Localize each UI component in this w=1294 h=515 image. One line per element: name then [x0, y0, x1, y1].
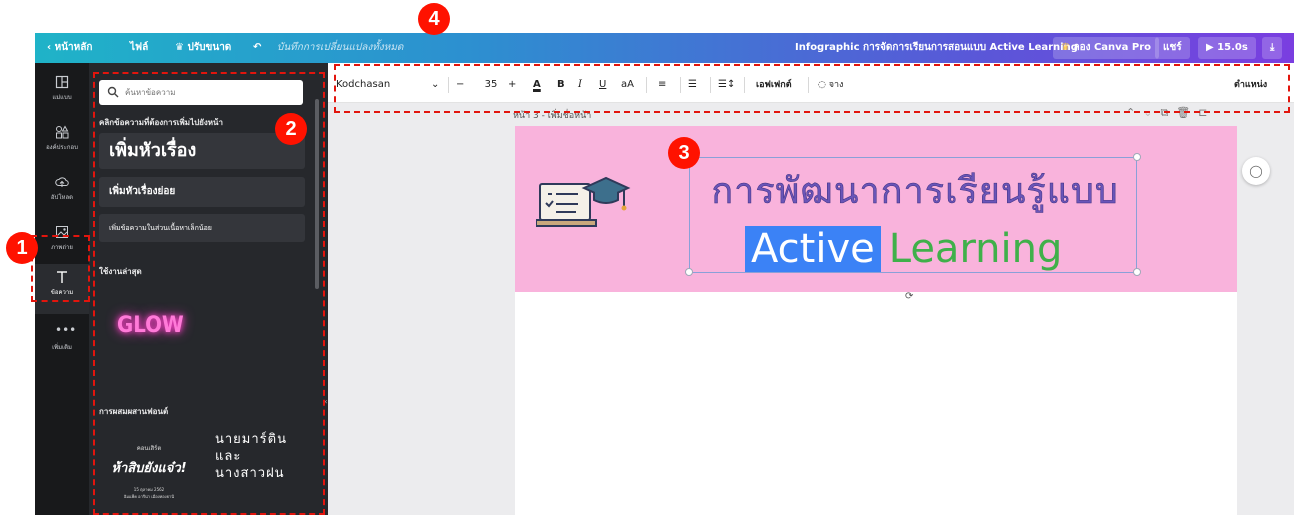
selected-word-active[interactable]: Active [745, 226, 881, 272]
file-menu[interactable]: ไฟล์ [130, 33, 148, 63]
callout-badge-2: 2 [275, 113, 307, 145]
download-icon[interactable]: ⤓ [1262, 37, 1283, 59]
chevron-left-icon: ‹ [47, 42, 55, 53]
top-bar: ‹ หน้าหลัก ไฟล์ ♛ ปรับขนาด ↶ บันทึกการเป… [35, 33, 1294, 63]
share-button[interactable]: แชร์ [1155, 37, 1190, 59]
callout-badge-3: 3 [668, 137, 700, 169]
resize-menu[interactable]: ♛ ปรับขนาด [175, 33, 231, 63]
word-learning[interactable]: Learning [889, 226, 1063, 272]
callout-badge-4: 4 [418, 3, 450, 35]
rail-item-uploads[interactable]: อัปโหลด [35, 169, 89, 219]
play-button[interactable]: ▶ 15.0s [1198, 37, 1256, 59]
crown-icon: ♛ [1061, 42, 1074, 53]
add-comment-icon[interactable]: ◯ [1242, 157, 1270, 185]
resize-handle[interactable] [685, 268, 693, 276]
try-pro-button[interactable]: ♛ ลอง Canva Pro [1053, 37, 1160, 59]
crown-icon: ♛ [175, 42, 188, 53]
resize-handle[interactable] [1133, 268, 1141, 276]
more-icon: ••• [55, 323, 77, 337]
callout-box-4 [334, 64, 1290, 113]
rail-item-templates[interactable]: แม่แบบ [35, 69, 89, 119]
undo-icon[interactable]: ↶ [253, 33, 261, 63]
document-title[interactable]: Infographic การจัดการเรียนการสอนแบบ Acti… [795, 33, 1078, 63]
play-icon: ▶ [1206, 42, 1218, 53]
rail-item-more[interactable]: ••• เพิ่มเติม [35, 319, 89, 369]
title-thai-text[interactable]: การพัฒนาการเรียนรู้แบบ [680, 162, 1150, 219]
elements-icon [56, 125, 69, 139]
title-english-text[interactable]: Active Learning [745, 226, 1062, 272]
graduation-laptop-icon[interactable] [536, 174, 632, 238]
rail-item-elements[interactable]: องค์ประกอบ [35, 119, 89, 169]
back-home-button[interactable]: ‹ หน้าหลัก [47, 33, 92, 63]
template-icon [55, 75, 69, 89]
callout-box-1 [31, 235, 90, 302]
rotate-handle-icon[interactable]: ⟳ [905, 291, 913, 302]
resize-handle[interactable] [1133, 153, 1141, 161]
canva-editor: ‹ หน้าหลัก ไฟล์ ♛ ปรับขนาด ↶ บันทึกการเป… [0, 0, 1294, 515]
save-status: บันทึกการเปลี่ยนแปลงทั้งหมด [277, 42, 404, 53]
callout-badge-1: 1 [6, 232, 38, 264]
upload-icon [55, 177, 69, 187]
